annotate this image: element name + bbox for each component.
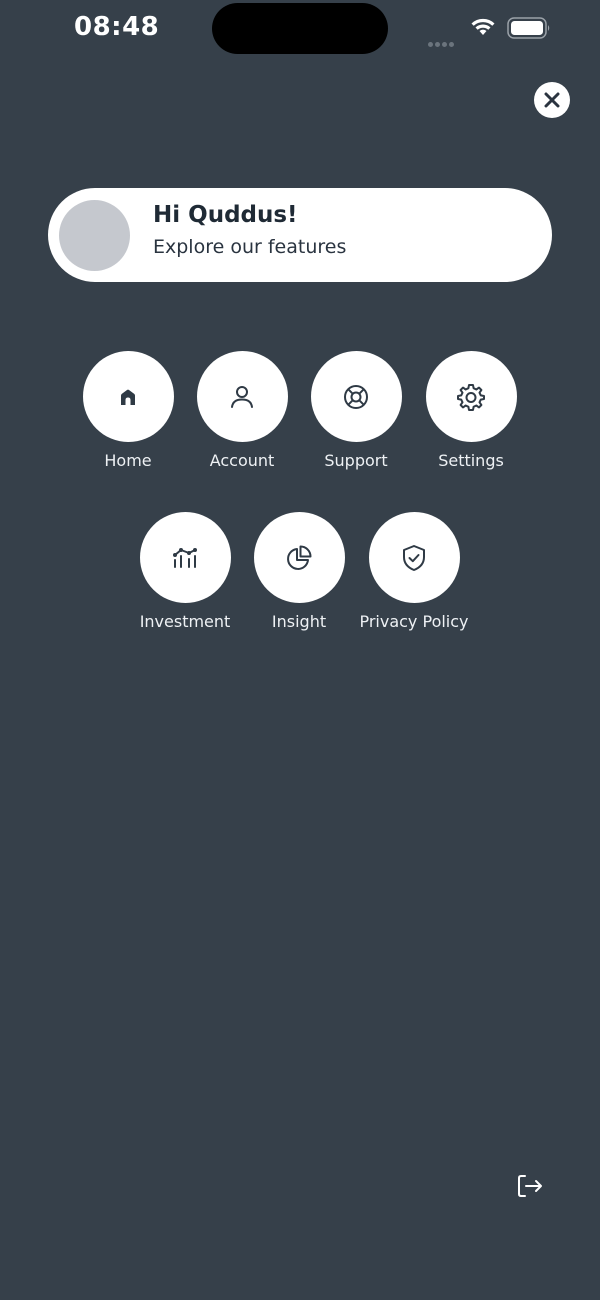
wifi-icon [470, 16, 496, 40]
menu-item-home[interactable]: Home [68, 351, 188, 470]
battery-icon [507, 17, 551, 43]
menu-label-privacy-policy: Privacy Policy [359, 612, 469, 631]
greeting-card[interactable]: Hi Quddus! Explore our features [48, 188, 552, 282]
greeting-subtitle: Explore our features [153, 236, 347, 258]
menu-item-account[interactable]: Account [182, 351, 302, 470]
menu-label-home: Home [104, 451, 152, 470]
pie-chart-icon [287, 545, 312, 570]
menu-label-account: Account [209, 451, 275, 470]
menu-label-support: Support [324, 451, 388, 470]
dynamic-island [212, 3, 388, 54]
chart-icon [173, 547, 197, 568]
menu-label-insight: Insight [271, 612, 327, 631]
avatar[interactable] [59, 200, 130, 271]
status-time: 08:48 [74, 12, 160, 42]
greeting-title: Hi Quddus! [153, 202, 298, 228]
cellular-signal-icon [428, 32, 456, 51]
menu-item-support[interactable]: Support [296, 351, 416, 470]
menu-item-privacy-policy[interactable]: Privacy Policy [354, 512, 474, 631]
menu-item-settings[interactable]: Settings [411, 351, 531, 470]
user-icon [231, 385, 253, 408]
menu-label-investment: Investment [139, 612, 231, 631]
shield-check-icon [403, 544, 425, 571]
logout-icon [518, 1175, 542, 1197]
close-icon [544, 92, 560, 108]
menu-item-investment[interactable]: Investment [125, 512, 245, 631]
logout-button[interactable] [515, 1172, 545, 1204]
gear-icon [457, 383, 485, 411]
lifebuoy-icon [344, 384, 368, 409]
menu-label-settings: Settings [438, 451, 504, 470]
close-button[interactable] [534, 82, 570, 118]
menu-item-insight[interactable]: Insight [239, 512, 359, 631]
home-icon [121, 389, 135, 405]
